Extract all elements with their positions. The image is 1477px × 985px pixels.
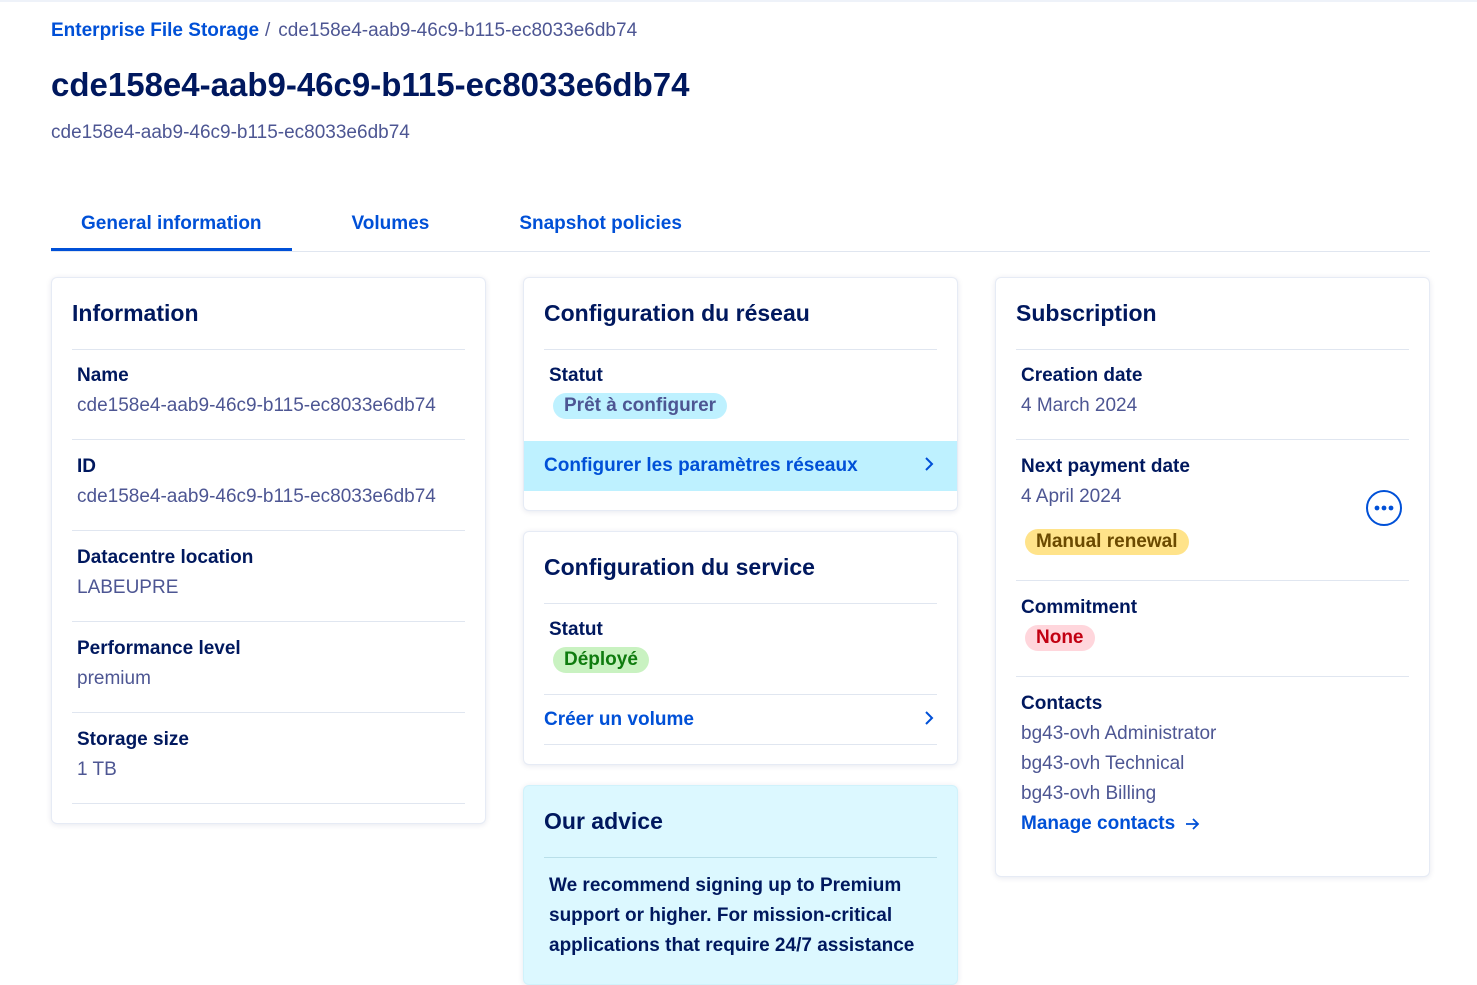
network-status-label: Statut xyxy=(549,365,603,386)
breadcrumb: Enterprise File Storage / cde158e4-aab9-… xyxy=(51,20,637,42)
divider xyxy=(72,530,465,531)
subscription-card-title: Subscription xyxy=(1016,300,1157,326)
creation-date-value: 4 March 2024 xyxy=(1021,395,1138,416)
divider xyxy=(72,439,465,440)
breadcrumb-separator: / xyxy=(265,20,271,41)
divider xyxy=(1016,676,1409,677)
next-payment-date-value: 4 April 2024 xyxy=(1021,486,1122,507)
chevron-right-icon xyxy=(923,455,935,478)
divider xyxy=(72,349,465,350)
datacentre-location-value: LABEUPRE xyxy=(77,577,179,598)
network-card-title: Configuration du réseau xyxy=(544,300,810,326)
divider xyxy=(544,349,937,350)
id-label: ID xyxy=(77,456,96,477)
divider xyxy=(1016,580,1409,581)
arrow-right-icon xyxy=(1185,817,1201,831)
service-status-label: Statut xyxy=(549,619,603,640)
service-configuration-card: Configuration du service Statut Déployé … xyxy=(523,531,958,765)
performance-level-label: Performance level xyxy=(77,638,241,659)
service-status-badge: Déployé xyxy=(553,647,649,673)
name-label: Name xyxy=(77,365,129,386)
page-title: cde158e4-aab9-46c9-b115-ec8033e6db74 xyxy=(51,66,690,103)
datacentre-location-label: Datacentre location xyxy=(77,547,254,568)
contact-technical: bg43-ovh Technical xyxy=(1021,753,1185,774)
chevron-right-icon xyxy=(923,709,935,732)
network-configuration-card: Configuration du réseau Statut Prêt à co… xyxy=(523,277,958,511)
tab-volumes[interactable]: Volumes xyxy=(322,205,460,250)
breadcrumb-link-enterprise-file-storage[interactable]: Enterprise File Storage xyxy=(51,20,259,42)
configure-network-label: Configurer les paramètres réseaux xyxy=(544,455,858,476)
manage-contacts-label: Manage contacts xyxy=(1021,813,1176,834)
divider xyxy=(544,603,937,604)
commitment-badge: None xyxy=(1025,625,1095,651)
page-subtitle: cde158e4-aab9-46c9-b115-ec8033e6db74 xyxy=(51,122,410,143)
information-card-title: Information xyxy=(72,300,199,326)
advice-card-title: Our advice xyxy=(544,808,663,834)
configure-network-link[interactable]: Configurer les paramètres réseaux xyxy=(524,441,957,491)
create-volume-label: Créer un volume xyxy=(544,709,694,730)
service-card-title: Configuration du service xyxy=(544,554,815,580)
top-border xyxy=(0,0,1477,2)
divider xyxy=(1016,439,1409,440)
divider xyxy=(1016,349,1409,350)
storage-size-value: 1 TB xyxy=(77,759,117,780)
contacts-label: Contacts xyxy=(1021,693,1103,714)
next-payment-date-label: Next payment date xyxy=(1021,456,1190,477)
advice-text: We recommend signing up to Premium suppo… xyxy=(549,875,915,956)
tab-snapshot-policies[interactable]: Snapshot policies xyxy=(489,205,712,250)
more-options-icon[interactable] xyxy=(1366,490,1402,526)
advice-card: Our advice We recommend signing up to Pr… xyxy=(523,785,958,985)
contact-billing: bg43-ovh Billing xyxy=(1021,783,1157,804)
network-status-badge: Prêt à configurer xyxy=(553,393,728,419)
breadcrumb-current: cde158e4-aab9-46c9-b115-ec8033e6db74 xyxy=(278,20,638,41)
divider xyxy=(72,621,465,622)
contact-administrator: bg43-ovh Administrator xyxy=(1021,723,1217,744)
storage-size-label: Storage size xyxy=(77,729,189,750)
tab-bar: General information Volumes Snapshot pol… xyxy=(51,205,1430,252)
information-card: Information Name cde158e4-aab9-46c9-b115… xyxy=(51,277,486,824)
performance-level-value: premium xyxy=(77,668,151,689)
divider xyxy=(72,803,465,804)
tab-general-information[interactable]: General information xyxy=(51,205,292,251)
renewal-badge: Manual renewal xyxy=(1025,529,1189,555)
divider xyxy=(72,712,465,713)
commitment-label: Commitment xyxy=(1021,597,1138,618)
divider xyxy=(544,857,937,858)
id-value: cde158e4-aab9-46c9-b115-ec8033e6db74 xyxy=(77,486,436,507)
create-volume-link[interactable]: Créer un volume xyxy=(544,695,937,745)
subscription-card: Subscription Creation date 4 March 2024 … xyxy=(995,277,1430,877)
creation-date-label: Creation date xyxy=(1021,365,1143,386)
manage-contacts-link[interactable]: Manage contacts xyxy=(1021,813,1201,835)
divider xyxy=(544,744,937,745)
name-value: cde158e4-aab9-46c9-b115-ec8033e6db74 xyxy=(77,395,436,416)
